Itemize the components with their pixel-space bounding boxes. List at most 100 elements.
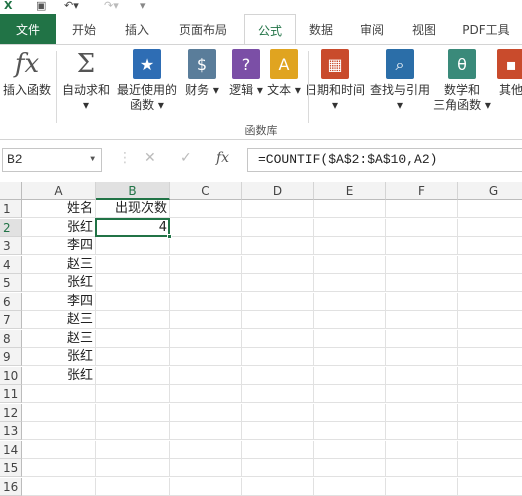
ribbon-button-4[interactable]: ? 逻辑 ▾ <box>226 49 266 98</box>
ribbon-button-3[interactable]: $ 财务 ▾ <box>180 49 224 98</box>
cell-E5[interactable] <box>314 274 386 292</box>
cell-G5[interactable] <box>458 274 522 292</box>
worksheet-grid[interactable]: A B C D E F G 1 姓名 出现次数 2 张红 4 3 李四 4 赵三 5 张红 6 李四 7 赵三 8 赵三 9 张红 1… <box>0 182 522 496</box>
cell-G4[interactable] <box>458 256 522 274</box>
name-box[interactable]: B2 ▼ <box>2 148 102 172</box>
cell-C1[interactable] <box>170 200 242 218</box>
cell-F6[interactable] <box>386 292 458 311</box>
cell-E10[interactable] <box>314 366 386 385</box>
cell-F7[interactable] <box>386 311 458 329</box>
cell-G13[interactable] <box>458 422 522 440</box>
cell-B3[interactable] <box>96 237 170 255</box>
cell-D1[interactable] <box>242 200 314 218</box>
cell-C10[interactable] <box>170 366 242 385</box>
cell-G8[interactable] <box>458 330 522 348</box>
cell-F11[interactable] <box>386 385 458 403</box>
cell-E12[interactable] <box>314 403 386 422</box>
row-header-8[interactable]: 8 <box>0 329 22 348</box>
cell-D8[interactable] <box>242 329 314 348</box>
cell-F13[interactable] <box>386 422 458 440</box>
cell-A1[interactable]: 姓名 <box>22 200 96 218</box>
ribbon-button-0[interactable]: fx 插入函数 <box>0 49 54 98</box>
cell-B13[interactable] <box>96 422 170 440</box>
cell-G1[interactable] <box>458 200 522 218</box>
column-header-F[interactable]: F <box>386 182 458 200</box>
cell-D7[interactable] <box>242 311 314 329</box>
ribbon-button-2[interactable]: ★ 最近使用的 函数 ▾ <box>114 49 180 113</box>
ribbon-button-7[interactable]: ⌕ 查找与引用 ▾ <box>368 49 432 113</box>
cell-B1[interactable]: 出现次数 <box>96 200 170 218</box>
cell-G11[interactable] <box>458 385 522 403</box>
cell-C11[interactable] <box>170 385 242 403</box>
cell-F1[interactable] <box>386 200 458 218</box>
cell-C8[interactable] <box>170 329 242 348</box>
cell-C15[interactable] <box>170 459 242 477</box>
cell-D13[interactable] <box>242 422 314 440</box>
cell-E7[interactable] <box>314 311 386 329</box>
cell-G14[interactable] <box>458 441 522 459</box>
row-header-7[interactable]: 7 <box>0 311 22 329</box>
cell-A7[interactable]: 赵三 <box>22 311 96 329</box>
ribbon-button-1[interactable]: Σ 自动求和 ▾ <box>58 49 114 113</box>
row-header-14[interactable]: 14 <box>0 440 22 459</box>
cell-F14[interactable] <box>386 440 458 459</box>
tab-2[interactable]: 插入 <box>112 14 162 44</box>
cell-C13[interactable] <box>170 422 242 440</box>
row-header-11[interactable]: 11 <box>0 385 22 403</box>
cell-B11[interactable] <box>96 385 170 403</box>
cell-A3[interactable]: 李四 <box>22 237 96 255</box>
cell-F3[interactable] <box>386 237 458 255</box>
cell-G3[interactable] <box>458 237 522 255</box>
cell-D9[interactable] <box>242 348 314 366</box>
tab-4[interactable]: 公式 <box>244 14 296 45</box>
cell-D15[interactable] <box>242 459 314 477</box>
cell-C2[interactable] <box>170 218 242 237</box>
cell-B10[interactable] <box>96 366 170 385</box>
ribbon-button-5[interactable]: A 文本 ▾ <box>266 49 302 98</box>
cell-A12[interactable] <box>22 403 96 422</box>
tab-7[interactable]: 视图 <box>398 14 450 44</box>
select-all-corner[interactable] <box>0 182 22 200</box>
cell-F4[interactable] <box>386 255 458 274</box>
column-header-D[interactable]: D <box>242 182 314 200</box>
ribbon-button-6[interactable]: ▦ 日期和时间 ▾ <box>302 49 368 113</box>
cell-A2[interactable]: 张红 <box>22 218 96 237</box>
cell-D11[interactable] <box>242 385 314 403</box>
cell-D14[interactable] <box>242 440 314 459</box>
cell-B7[interactable] <box>96 311 170 329</box>
cell-C6[interactable] <box>170 292 242 311</box>
cell-A9[interactable]: 张红 <box>22 348 96 366</box>
cell-F8[interactable] <box>386 329 458 348</box>
cell-F10[interactable] <box>386 366 458 385</box>
cell-F12[interactable] <box>386 403 458 422</box>
cell-A14[interactable] <box>22 440 96 459</box>
cell-A6[interactable]: 李四 <box>22 292 96 311</box>
column-header-G[interactable]: G <box>458 182 522 200</box>
tab-8[interactable]: PDF工具 <box>450 14 522 44</box>
cell-D5[interactable] <box>242 274 314 292</box>
tab-6[interactable]: 审阅 <box>346 14 398 44</box>
row-header-9[interactable]: 9 <box>0 348 22 366</box>
save-icon[interactable]: ▣ <box>36 0 46 14</box>
chevron-down-icon[interactable]: ▼ <box>90 149 95 171</box>
cell-A11[interactable] <box>22 385 96 403</box>
redo-icon[interactable]: ↷▾ <box>104 0 119 14</box>
column-header-E[interactable]: E <box>314 182 386 200</box>
cell-E11[interactable] <box>314 385 386 403</box>
cell-B4[interactable] <box>96 255 170 274</box>
column-header-C[interactable]: C <box>170 182 242 200</box>
column-header-B[interactable]: B <box>96 182 170 200</box>
cell-F5[interactable] <box>386 274 458 292</box>
cell-E2[interactable] <box>314 218 386 237</box>
row-header-2[interactable]: 2 <box>0 218 22 237</box>
cell-G9[interactable] <box>458 348 522 366</box>
cell-C9[interactable] <box>170 348 242 366</box>
cell-A8[interactable]: 赵三 <box>22 329 96 348</box>
row-header-3[interactable]: 3 <box>0 237 22 255</box>
cell-E1[interactable] <box>314 200 386 218</box>
cell-E3[interactable] <box>314 237 386 255</box>
row-header-4[interactable]: 4 <box>0 255 22 274</box>
cell-C14[interactable] <box>170 440 242 459</box>
cell-A10[interactable]: 张红 <box>22 366 96 385</box>
cell-A15[interactable] <box>22 459 96 477</box>
